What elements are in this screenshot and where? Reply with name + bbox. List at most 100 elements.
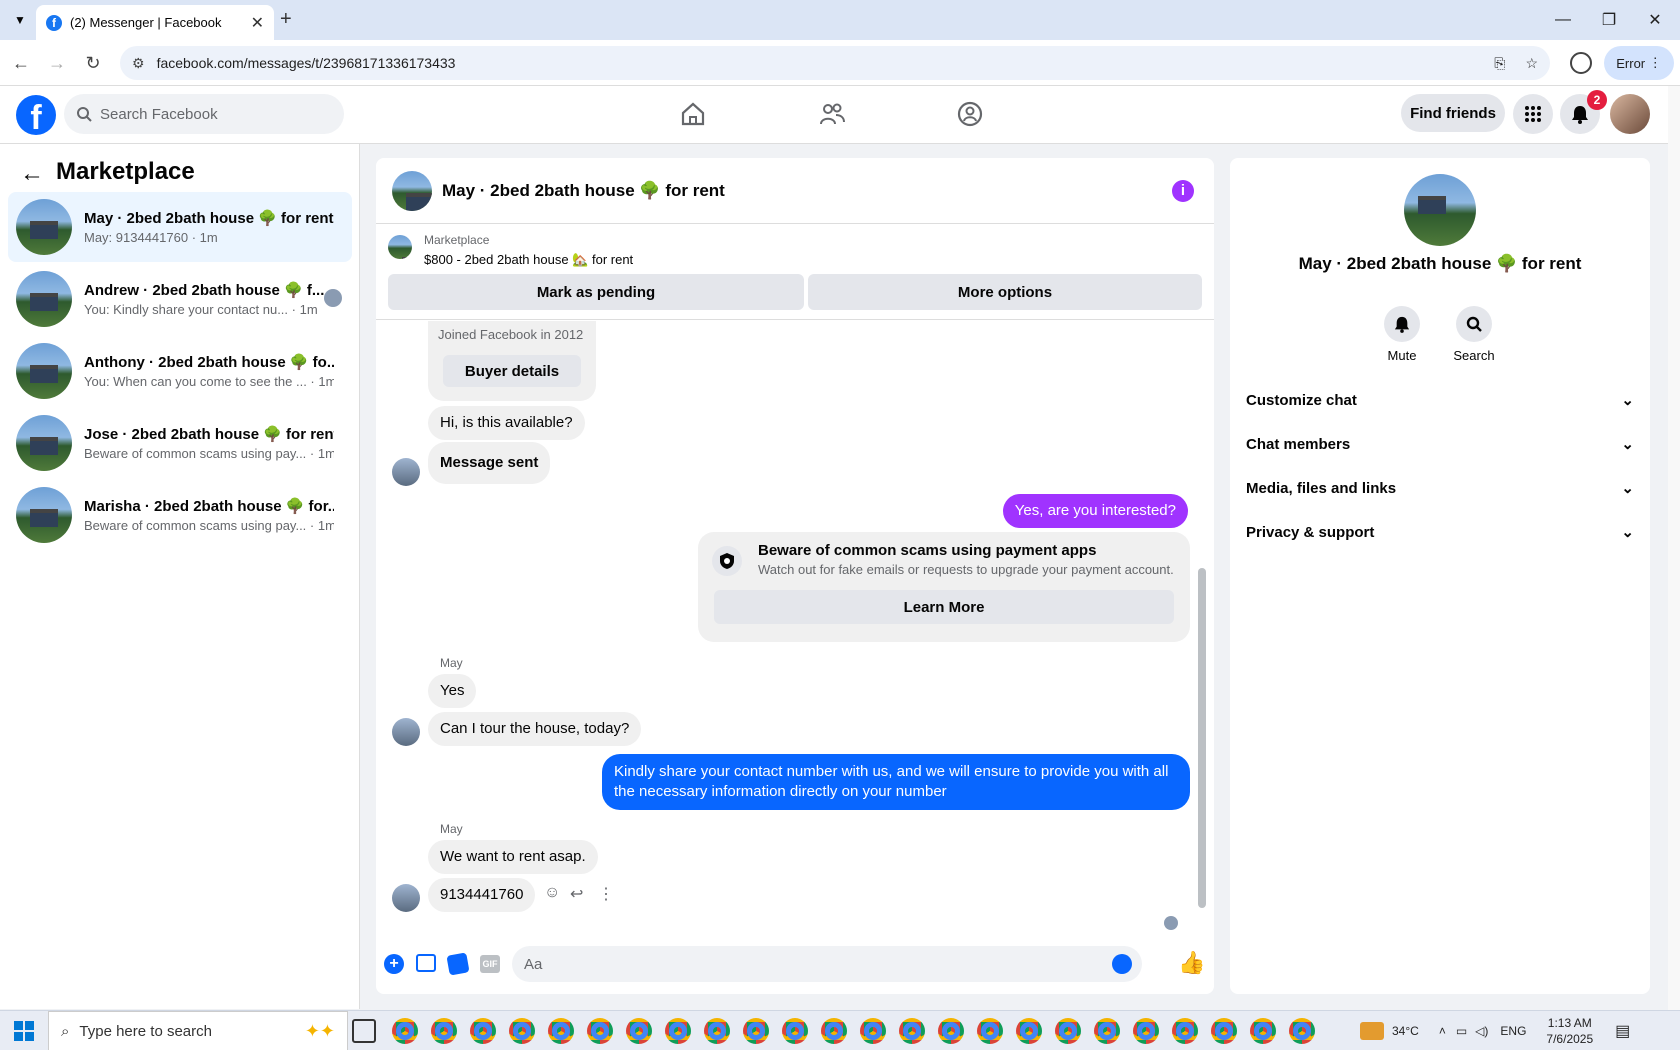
taskbar-chrome-icon[interactable] <box>665 1018 691 1044</box>
emoji-icon[interactable] <box>1112 954 1132 974</box>
media-files-section[interactable]: Media, files and links ⌄ <box>1246 468 1634 508</box>
close-tab-icon[interactable]: ✕ <box>251 13 264 33</box>
site-info-icon[interactable]: ⚙ <box>132 55 145 72</box>
sender-avatar[interactable] <box>392 718 420 746</box>
language-indicator[interactable]: ENG <box>1500 1024 1526 1038</box>
taskbar-chrome-icon[interactable] <box>704 1018 730 1044</box>
taskbar-chrome-icon[interactable] <box>470 1018 496 1044</box>
taskbar-chrome-icon[interactable] <box>1250 1018 1276 1044</box>
friends-icon[interactable] <box>818 100 850 132</box>
volume-icon[interactable]: ◁) <box>1475 1024 1488 1038</box>
clock[interactable]: 1:13 AM 7/6/2025 <box>1546 1015 1593 1047</box>
message-bubble[interactable]: We want to rent asap. <box>428 840 598 874</box>
listing-large-thumbnail[interactable] <box>1404 174 1476 246</box>
taskbar-chrome-icon[interactable] <box>1289 1018 1315 1044</box>
scrollbar-thumb[interactable] <box>1198 568 1206 908</box>
home-icon[interactable] <box>679 100 711 132</box>
taskbar-chrome-icon[interactable] <box>392 1018 418 1044</box>
learn-more-button[interactable]: Learn More <box>714 590 1174 624</box>
restore-icon[interactable]: ❐ <box>1586 4 1632 36</box>
browser-tab[interactable]: f (2) Messenger | Facebook ✕ <box>36 5 274 40</box>
info-icon[interactable]: i <box>1172 180 1194 202</box>
like-thumb-icon[interactable]: 👍 <box>1178 950 1205 976</box>
back-icon[interactable]: ← <box>6 48 36 78</box>
message-bubble[interactable]: Can I tour the house, today? <box>428 712 642 746</box>
conversation-item[interactable]: Marisha · 2bed 2bath house 🌳 for... Bewar… <box>8 480 352 550</box>
groups-icon[interactable] <box>956 100 988 132</box>
taskbar-chrome-icon[interactable] <box>431 1018 457 1044</box>
taskbar-chrome-icon[interactable] <box>821 1018 847 1044</box>
taskbar-chrome-icon[interactable] <box>626 1018 652 1044</box>
sticker-icon[interactable] <box>446 952 470 976</box>
taskbar-chrome-icon[interactable] <box>1172 1018 1198 1044</box>
close-window-icon[interactable]: ✕ <box>1632 4 1678 36</box>
customize-chat-section[interactable]: Customize chat ⌄ <box>1246 380 1634 420</box>
search-action[interactable]: Search <box>1444 306 1504 363</box>
mark-as-pending-button[interactable]: Mark as pending <box>388 274 804 310</box>
taskbar-chrome-icon[interactable] <box>899 1018 925 1044</box>
taskbar-chrome-icon[interactable] <box>587 1018 613 1044</box>
tab-search-chevron-icon[interactable]: ▼ <box>8 8 32 32</box>
privacy-support-section[interactable]: Privacy & support ⌄ <box>1246 512 1634 552</box>
chat-title[interactable]: May · 2bed 2bath house 🌳 for rent <box>442 181 725 201</box>
message-sent-bubble[interactable]: Message sent <box>428 442 551 484</box>
message-bubble-outgoing[interactable]: Kindly share your contact number with us… <box>602 754 1190 810</box>
forward-icon[interactable]: → <box>42 48 72 78</box>
taskbar-chrome-icon[interactable] <box>548 1018 574 1044</box>
message-input[interactable]: Aa <box>512 946 1142 982</box>
sender-avatar[interactable] <box>392 458 420 486</box>
taskbar-chrome-icon[interactable] <box>938 1018 964 1044</box>
conversation-item[interactable]: Jose · 2bed 2bath house 🌳 for rent Beware… <box>8 408 352 478</box>
plus-icon[interactable]: + <box>384 954 404 974</box>
menu-grid-icon[interactable] <box>1513 94 1553 134</box>
error-button[interactable]: Error ⋮ <box>1604 46 1674 80</box>
buyer-details-button[interactable]: Buyer details <box>443 355 581 387</box>
reload-icon[interactable]: ↻ <box>78 48 108 78</box>
network-icon[interactable]: ▭ <box>1456 1024 1467 1038</box>
message-bubble-outgoing[interactable]: Yes, are you interested? <box>1002 494 1188 528</box>
taskbar-chrome-icon[interactable] <box>509 1018 535 1044</box>
notification-center-icon[interactable]: ▤ <box>1615 1021 1630 1041</box>
react-icon[interactable]: ☺ <box>544 884 560 902</box>
photo-icon[interactable] <box>416 954 436 972</box>
taskbar-chrome-icon[interactable] <box>860 1018 886 1044</box>
bookmark-star-icon[interactable]: ☆ <box>1525 55 1538 72</box>
windows-start-icon[interactable] <box>14 1021 34 1041</box>
taskbar-chrome-icon[interactable] <box>977 1018 1003 1044</box>
weather-icon[interactable] <box>1360 1022 1384 1040</box>
chat-members-section[interactable]: Chat members ⌄ <box>1246 424 1634 464</box>
listing-price[interactable]: $800 - 2bed 2bath house 🏡 for rent <box>424 252 633 268</box>
taskbar-chrome-icon[interactable] <box>1094 1018 1120 1044</box>
chat-thumbnail[interactable] <box>392 170 432 211</box>
taskbar-chrome-icon[interactable] <box>1133 1018 1159 1044</box>
message-bubble[interactable]: Hi, is this available? <box>428 406 585 440</box>
conversation-item[interactable]: Anthony · 2bed 2bath house 🌳 fo... You: W… <box>8 336 352 406</box>
find-friends-button[interactable]: Find friends <box>1401 94 1505 132</box>
taskbar-chrome-icon[interactable] <box>1016 1018 1042 1044</box>
install-icon[interactable]: ⎘ <box>1494 55 1505 72</box>
page-scrollbar[interactable] <box>1668 86 1680 1010</box>
facebook-search-input[interactable]: Search Facebook <box>64 94 344 134</box>
message-bubble[interactable]: Yes <box>428 674 477 708</box>
taskbar-chrome-icon[interactable] <box>743 1018 769 1044</box>
taskbar-chrome-icon[interactable] <box>1055 1018 1081 1044</box>
profile-icon[interactable] <box>1570 52 1592 74</box>
taskbar-search-input[interactable]: ⌕ Type here to search ✦✦ <box>48 1011 348 1050</box>
more-actions-icon[interactable]: ⋮ <box>598 884 614 904</box>
new-tab-icon[interactable]: + <box>280 8 292 31</box>
conversation-item[interactable]: May · 2bed 2bath house 🌳 for rent May: 91… <box>8 192 352 262</box>
task-view-icon[interactable] <box>352 1019 376 1043</box>
address-bar[interactable]: ⚙ facebook.com/messages/t/23968171336173… <box>120 46 1550 80</box>
chat-scrollbar[interactable] <box>1198 328 1206 928</box>
facebook-logo-icon[interactable]: f <box>16 95 56 137</box>
reply-icon[interactable]: ↩ <box>570 884 583 904</box>
back-arrow-icon[interactable]: ← <box>20 160 44 188</box>
sender-avatar[interactable] <box>392 884 420 912</box>
taskbar-chrome-icon[interactable] <box>1211 1018 1237 1044</box>
mute-action[interactable]: Mute <box>1372 306 1432 363</box>
account-avatar[interactable] <box>1610 94 1650 134</box>
tray-chevron-up-icon[interactable]: ˄ <box>1439 1024 1446 1038</box>
taskbar-chrome-icon[interactable] <box>782 1018 808 1044</box>
conversation-item[interactable]: Andrew · 2bed 2bath house 🌳 f... You: Kin… <box>8 264 352 334</box>
message-bubble[interactable]: 9134441760 <box>428 878 536 912</box>
